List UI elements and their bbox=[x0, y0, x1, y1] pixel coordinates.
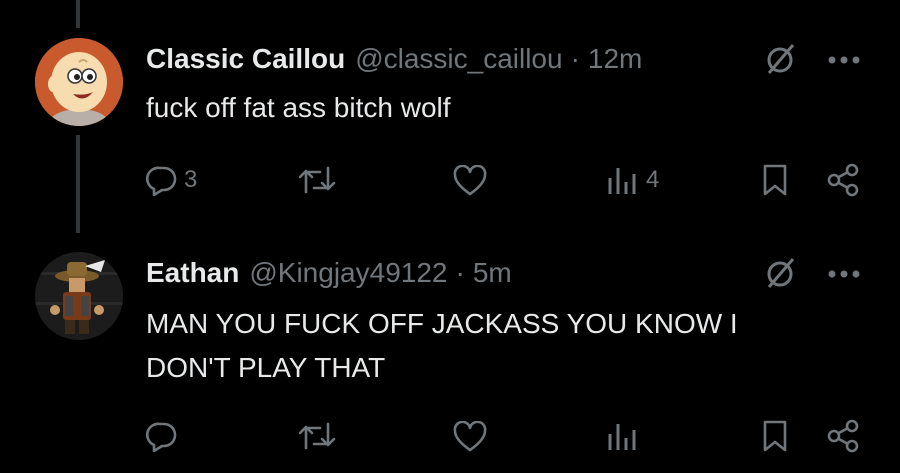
views-icon bbox=[608, 168, 636, 194]
avatar[interactable] bbox=[35, 38, 123, 126]
repost-button[interactable] bbox=[298, 164, 336, 196]
timestamp[interactable]: 5m bbox=[473, 257, 512, 289]
views-button[interactable]: 4 bbox=[604, 164, 659, 196]
reply-count: 3 bbox=[184, 166, 198, 193]
share-button[interactable] bbox=[826, 163, 860, 197]
repost-icon bbox=[298, 166, 336, 194]
tweet-header: Eathan @Kingjay49122 · 5m bbox=[146, 253, 512, 293]
heart-icon bbox=[453, 421, 487, 452]
tweet-text: MAN YOU FUCK OFF JACKASS YOU KNOW I DON'… bbox=[146, 308, 738, 383]
separator: · bbox=[455, 257, 465, 288]
repost-button[interactable] bbox=[298, 420, 336, 452]
bookmark-button[interactable] bbox=[760, 419, 790, 453]
bookmark-icon bbox=[763, 420, 787, 452]
tweet-header: Classic Caillou @classic_caillou · 12m bbox=[146, 39, 642, 79]
bookmark-button[interactable] bbox=[760, 163, 790, 197]
reply-icon bbox=[146, 166, 177, 196]
views-button[interactable] bbox=[604, 420, 646, 452]
heart-icon bbox=[453, 165, 487, 196]
user-handle[interactable]: @classic_caillou bbox=[355, 43, 562, 75]
more-options-icon[interactable] bbox=[826, 264, 862, 284]
tweet[interactable]: Eathan @Kingjay49122 · 5m MAN YOU FUCK O… bbox=[0, 235, 900, 473]
tweet-text: fuck off fat ass bitch wolf bbox=[146, 92, 451, 123]
caillou-avatar-icon bbox=[35, 38, 123, 126]
repost-icon bbox=[298, 422, 336, 450]
like-button[interactable] bbox=[452, 165, 488, 197]
cowboy-avatar-icon bbox=[35, 252, 123, 340]
share-icon bbox=[827, 419, 859, 453]
share-button[interactable] bbox=[826, 419, 860, 453]
reply-button[interactable]: 3 bbox=[146, 164, 197, 196]
separator: · bbox=[570, 43, 580, 74]
display-name[interactable]: Classic Caillou bbox=[146, 43, 345, 75]
grok-icon[interactable] bbox=[763, 41, 799, 77]
share-icon bbox=[827, 163, 859, 197]
views-icon bbox=[608, 424, 636, 450]
view-count: 4 bbox=[646, 166, 660, 193]
user-handle[interactable]: @Kingjay49122 bbox=[249, 257, 447, 289]
grok-icon[interactable] bbox=[763, 255, 799, 291]
bookmark-icon bbox=[763, 164, 787, 196]
tweet[interactable]: Classic Caillou @classic_caillou · 12m f… bbox=[0, 0, 900, 235]
display-name[interactable]: Eathan bbox=[146, 257, 239, 289]
reply-button[interactable] bbox=[146, 420, 184, 452]
timestamp[interactable]: 12m bbox=[588, 43, 642, 75]
like-button[interactable] bbox=[452, 421, 488, 453]
reply-icon bbox=[146, 422, 177, 452]
avatar[interactable] bbox=[35, 252, 123, 340]
more-options-icon[interactable] bbox=[826, 50, 862, 70]
